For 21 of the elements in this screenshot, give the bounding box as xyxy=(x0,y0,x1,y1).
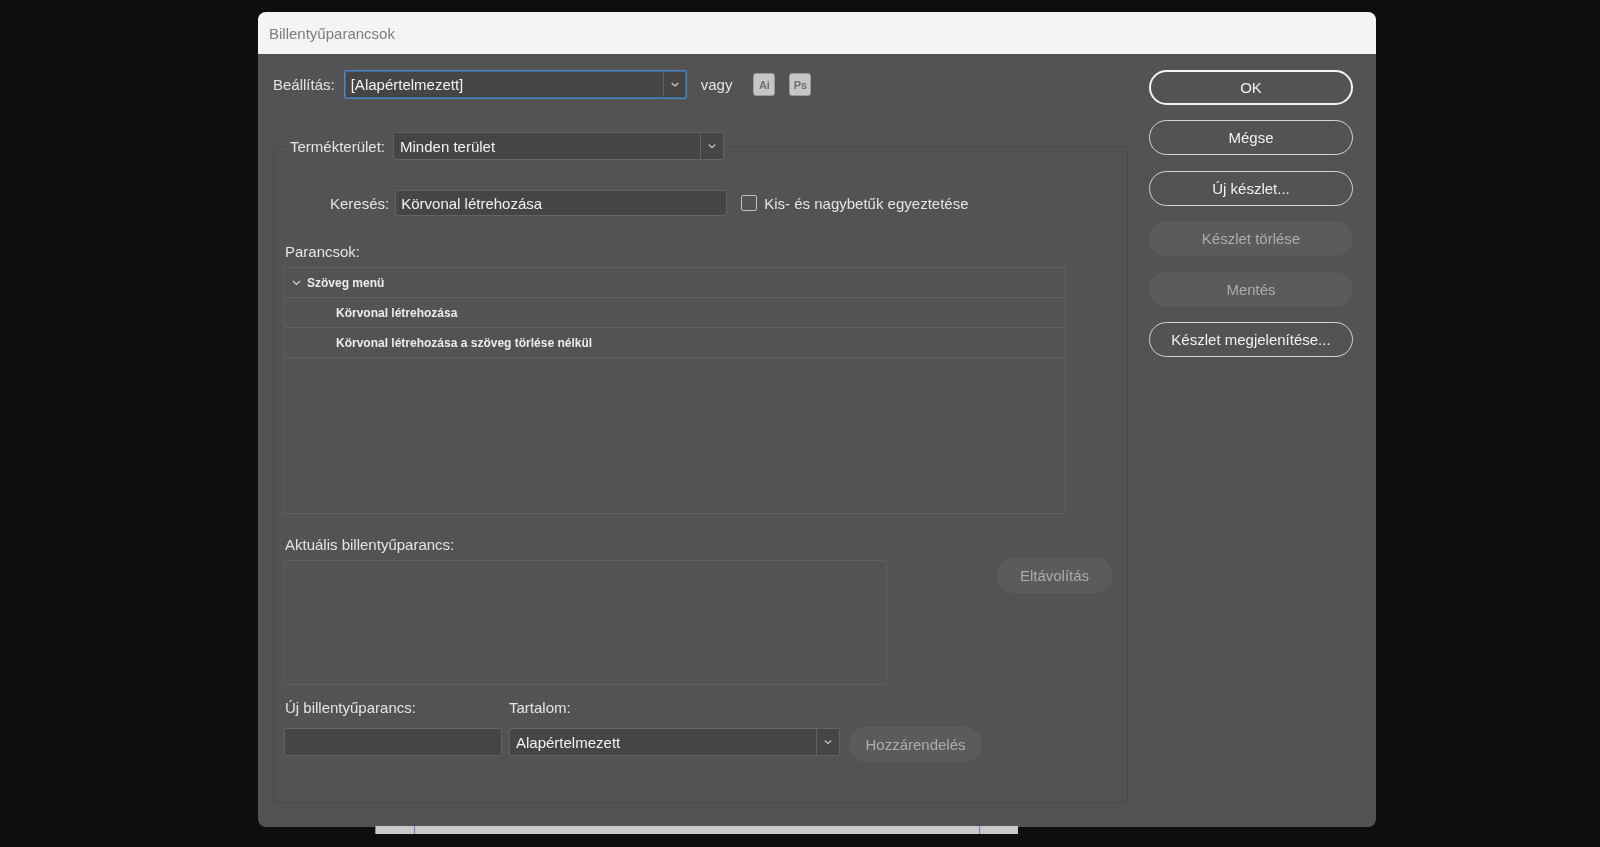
context-dropdown[interactable]: Alapértelmezett xyxy=(509,728,840,756)
new-shortcut-field[interactable] xyxy=(284,728,502,756)
window-title: Billentyűparancsok xyxy=(269,24,395,42)
commands-label: Parancsok: xyxy=(285,243,361,260)
command-row[interactable]: Körvonal létrehozása a szöveg törlése nélkül xyxy=(285,328,1065,358)
command-row[interactable]: Körvonal létrehozása xyxy=(285,298,1065,328)
command-row[interactable]: Szöveg menü xyxy=(285,268,1065,298)
context-label: Tartalom: xyxy=(509,699,572,716)
product-area-label: Termékterület: xyxy=(290,137,386,155)
checkbox-label: Kis- és nagybetűk egyeztetése xyxy=(764,194,969,212)
product-area-dropdown[interactable]: Minden terület xyxy=(393,132,725,160)
chevron-down-icon[interactable] xyxy=(292,279,301,286)
new-shortcut-label: Új billentyűparancs: xyxy=(285,699,417,716)
search-field[interactable]: Körvonal létrehozása xyxy=(395,190,728,216)
current-shortcut-label: Aktuális billentyűparancs: xyxy=(285,536,455,553)
setting-label: Beállítás: xyxy=(273,76,335,93)
preset-dropdown[interactable]: [Alapértelmezett] xyxy=(343,70,687,99)
checkbox[interactable] xyxy=(741,195,758,211)
dialog-button[interactable]: OK xyxy=(1149,70,1353,105)
or-label: vagy xyxy=(700,76,733,93)
search-label: Keresés: xyxy=(330,194,390,212)
